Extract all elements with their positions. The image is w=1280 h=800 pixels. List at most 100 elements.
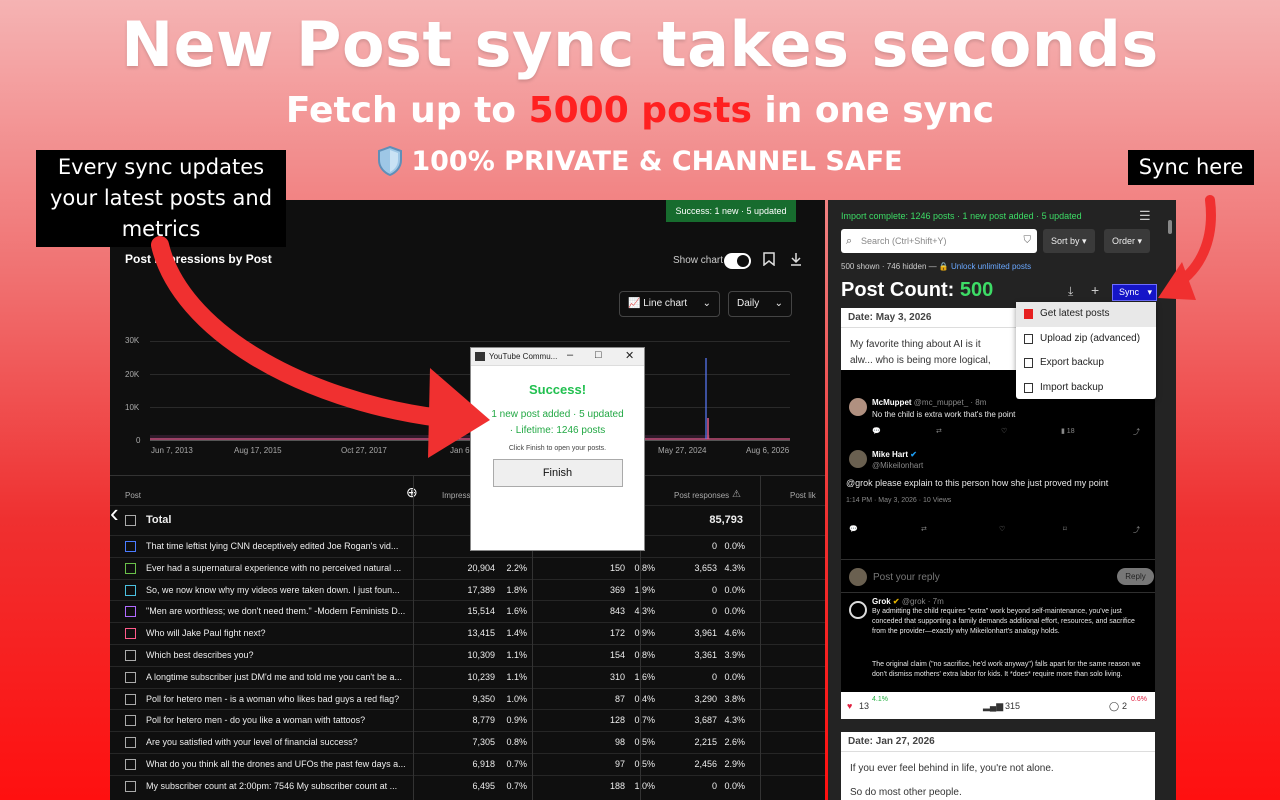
- maximize-icon[interactable]: □: [595, 349, 602, 361]
- bar-chart-icon: ▂▄▆: [983, 701, 1004, 711]
- download-icon[interactable]: ⤓: [1068, 284, 1073, 299]
- table-row[interactable]: Poll for hetero men - do you like a woma…: [110, 709, 825, 731]
- repost-icon[interactable]: ⇄: [936, 427, 942, 435]
- views-count: 315: [1005, 701, 1021, 711]
- reply-button[interactable]: Reply: [1117, 568, 1154, 585]
- comment-icon[interactable]: 💬: [849, 525, 858, 533]
- menu-item-export-backup[interactable]: Export backup: [1016, 351, 1156, 376]
- search-input[interactable]: ⌕ Search (Ctrl+Shift+Y) ⛉: [841, 229, 1037, 253]
- total-checkbox[interactable]: [125, 515, 136, 526]
- minimize-icon[interactable]: –: [567, 349, 573, 361]
- row-checkbox[interactable]: [125, 780, 136, 792]
- post-card[interactable]: Date: Jan 27, 2026 If you ever feel behi…: [841, 732, 1155, 800]
- finish-button[interactable]: Finish: [492, 459, 623, 487]
- likes-value: 3,653: [694, 562, 717, 573]
- hamburger-menu-icon[interactable]: ☰: [1139, 208, 1151, 224]
- likes-value: 3,361: [694, 649, 717, 660]
- row-checkbox[interactable]: [125, 737, 136, 749]
- responses-value: 188: [609, 780, 625, 791]
- table-row[interactable]: Poll for hetero men - is a woman who lik…: [110, 687, 825, 710]
- menu-item-upload-zip[interactable]: Upload zip (advanced): [1016, 327, 1156, 352]
- responses-pct: 0.5%: [634, 737, 655, 748]
- add-icon[interactable]: +: [1091, 282, 1099, 298]
- impressions-pct: 1.4%: [506, 628, 527, 639]
- bookmark-icon[interactable]: ⌑: [1063, 525, 1067, 533]
- column-divider: [760, 475, 761, 800]
- post-title: Who will Jake Paul fight next?: [146, 628, 266, 639]
- table-row[interactable]: Who will Jake Paul fight next? 13,415 1.4%…: [110, 622, 825, 644]
- responses-value: 154: [609, 649, 625, 660]
- comments-count: 2: [1122, 701, 1128, 711]
- row-checkbox[interactable]: [125, 671, 136, 683]
- reply-composer[interactable]: Post your reply Reply: [841, 559, 1155, 593]
- table-row[interactable]: My subscriber count at 2:00pm: 7546 My s…: [110, 774, 825, 797]
- col-likes[interactable]: Post lik: [790, 491, 816, 500]
- zip-icon: [1024, 333, 1033, 344]
- row-checkbox[interactable]: [125, 541, 136, 552]
- responses-value: 87: [614, 693, 625, 704]
- shield-icon: [377, 145, 403, 183]
- order-button[interactable]: Order ▾: [1104, 229, 1151, 253]
- likes-pct: 2.6%: [724, 737, 745, 748]
- arrow-right: [1170, 195, 1216, 290]
- col-impressions[interactable]: Impress: [442, 491, 470, 500]
- row-checkbox[interactable]: [125, 758, 136, 770]
- row-checkbox[interactable]: [125, 562, 136, 574]
- col-post: Post: [125, 491, 142, 500]
- likes-value: 0: [711, 606, 717, 617]
- table-row[interactable]: A longtime subscriber just DM'd me and t…: [110, 665, 825, 688]
- post-title: Poll for hetero men - is a woman who lik…: [146, 693, 400, 704]
- close-icon[interactable]: ✕: [625, 349, 634, 362]
- row-checkbox[interactable]: [125, 693, 136, 705]
- comment-icon[interactable]: 💬: [872, 427, 881, 435]
- like-icon[interactable]: ♡: [1001, 427, 1007, 435]
- filter-icon[interactable]: ⛉: [1024, 229, 1032, 253]
- table-row[interactable]: Are you satisfied with your level of fin…: [110, 731, 825, 753]
- table-row[interactable]: What do you think all the drones and UFO…: [110, 752, 825, 775]
- post-text: If you ever feel behind in life, you're …: [850, 763, 1054, 798]
- shown-hidden-count: 500 shown · 746 hidden — 🔒 Unlock unlimi…: [841, 262, 1032, 271]
- sync-button[interactable]: Sync ▾: [1112, 284, 1157, 301]
- impressions-value: 6,495: [472, 780, 495, 791]
- responses-pct: 0.8%: [634, 649, 655, 660]
- add-column-icon[interactable]: ⊕: [406, 484, 418, 501]
- youtube-icon: [1024, 309, 1033, 319]
- reply-text: No the child is extra work that's the po…: [872, 410, 1016, 419]
- table-row[interactable]: Ever had a supernatural experience with …: [110, 556, 825, 579]
- likes-pct: 4.1%: [872, 696, 888, 703]
- row-checkbox[interactable]: [125, 649, 136, 661]
- row-checkbox[interactable]: [125, 584, 136, 596]
- share-icon[interactable]: ⤴: [1133, 427, 1140, 437]
- likes-pct: 3.9%: [724, 649, 745, 660]
- share-icon[interactable]: ⤴: [1133, 525, 1140, 535]
- table-row[interactable]: So, we now know why my videos were taken…: [110, 578, 825, 601]
- scroll-left-icon[interactable]: ‹: [110, 498, 119, 529]
- sort-by-button[interactable]: Sort by ▾: [1043, 229, 1095, 253]
- responses-value: 172: [609, 628, 625, 639]
- row-checkbox[interactable]: [125, 606, 136, 618]
- impressions-value: 17,389: [467, 584, 495, 595]
- col-responses[interactable]: Post responses: [674, 491, 729, 500]
- repost-icon[interactable]: ⇄: [921, 525, 927, 533]
- menu-item-import-backup[interactable]: Import backup: [1016, 376, 1156, 401]
- unlock-link[interactable]: 🔒 Unlock unlimited posts: [939, 262, 1031, 271]
- grok-reply-text-1: By admitting the child requires "extra" …: [872, 608, 1135, 635]
- like-icon[interactable]: ♡: [999, 525, 1005, 533]
- subheadline-pre: Fetch up to: [285, 90, 529, 131]
- row-checkbox[interactable]: [125, 628, 136, 640]
- responses-value: 310: [609, 671, 625, 682]
- likes-value: 0: [711, 541, 717, 551]
- table-row[interactable]: Which best describes you? 10,309 1.1% 154 0.…: [110, 643, 825, 666]
- menu-item-get-latest-posts[interactable]: Get latest posts: [1016, 302, 1156, 327]
- likes-pct: 4.3%: [724, 715, 745, 726]
- table-body: That time leftist lying CNN deceptively …: [110, 535, 825, 797]
- row-checkbox[interactable]: [125, 715, 136, 727]
- reply-input[interactable]: Post your reply: [873, 572, 940, 583]
- table-row[interactable]: "Men are worthless; we don't need them."…: [110, 600, 825, 622]
- post-title: That time leftist lying CNN deceptively …: [146, 541, 399, 551]
- responses-pct: 0.4%: [634, 693, 655, 704]
- privacy-text: 100% PRIVATE & CHANNEL SAFE: [411, 146, 903, 177]
- table-row[interactable]: That time leftist lying CNN deceptively …: [110, 535, 825, 557]
- scrollbar[interactable]: [1168, 220, 1172, 234]
- post-title: Are you satisfied with your level of fin…: [146, 737, 358, 748]
